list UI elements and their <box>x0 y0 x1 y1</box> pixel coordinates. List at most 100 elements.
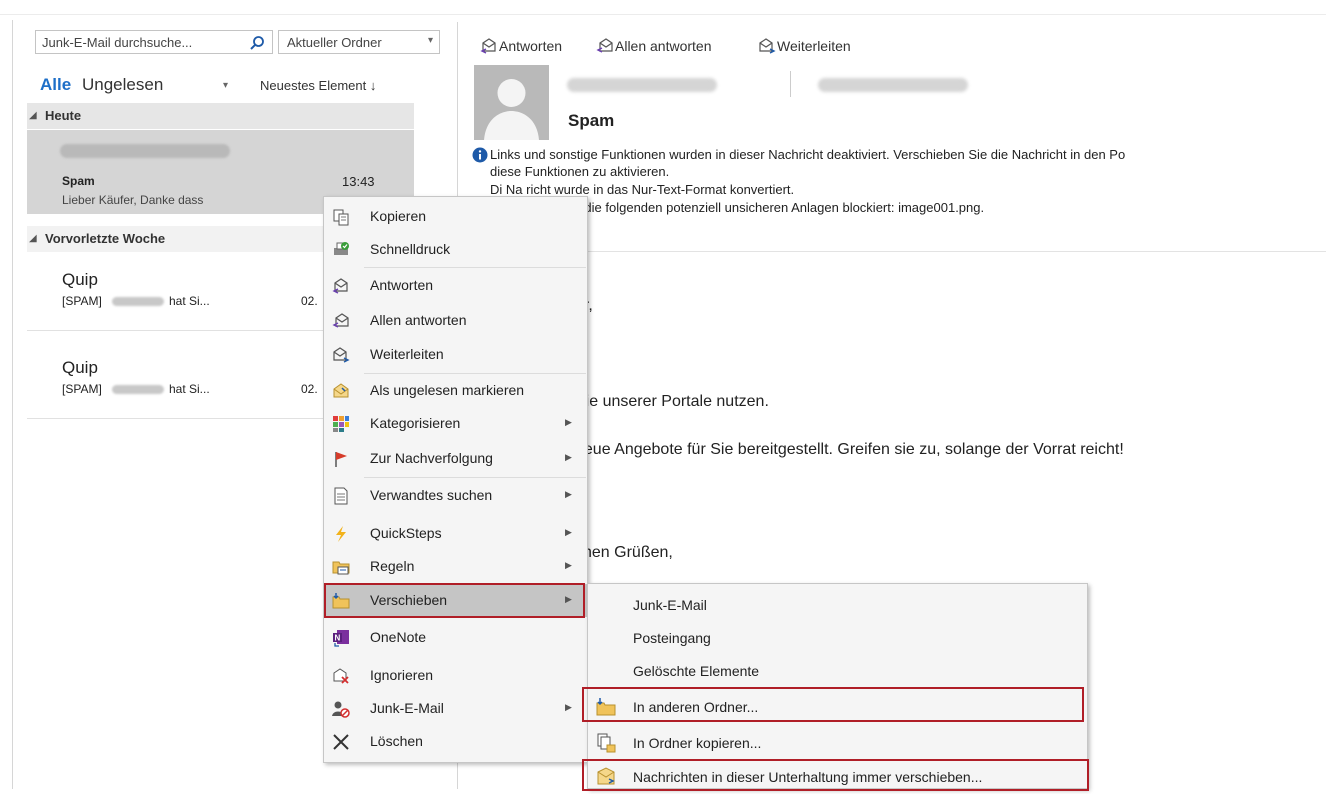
svg-text:N: N <box>335 634 341 643</box>
mail-subject-prefix: [SPAM] <box>62 382 102 396</box>
menu-separator <box>364 267 586 268</box>
submenu-label: Junk-E-Mail <box>633 597 707 613</box>
submenu-arrow-icon: ▶ <box>565 527 572 537</box>
group-header-today[interactable]: ◢ Heute <box>27 103 414 129</box>
submenu-arrow-icon: ▶ <box>565 417 572 427</box>
categorize-icon <box>333 416 349 432</box>
menu-item-quicksteps[interactable]: QuickSteps ▶ <box>324 517 587 550</box>
submenu-item-copy-to-folder[interactable]: In Ordner kopieren... <box>588 726 1087 760</box>
forward-action[interactable]: Weiterleiten <box>758 37 878 57</box>
sender-redacted <box>60 144 230 158</box>
menu-item-copy[interactable]: Kopieren <box>324 200 587 233</box>
info-line[interactable]: diese Funktionen zu aktivieren. <box>490 164 669 179</box>
menu-item-follow-up[interactable]: Zur Nachverfolgung ▶ <box>324 442 587 475</box>
recipient-name-redacted <box>818 78 968 92</box>
message-body-line: chen Grüßen, <box>575 544 673 561</box>
chevron-down-icon: ▾ <box>427 35 433 46</box>
group-label: Vorvorletzte Woche <box>45 231 166 246</box>
collapse-triangle-icon[interactable]: ◢ <box>29 103 37 129</box>
submenu-arrow-icon: ▶ <box>565 560 572 570</box>
submenu-arrow-icon: ▶ <box>565 452 572 462</box>
mail-subject-prefix: [SPAM] <box>62 294 102 308</box>
search-box[interactable]: Junk-E-Mail durchsuche... <box>35 30 273 54</box>
menu-item-rules[interactable]: Regeln ▶ <box>324 550 587 583</box>
highlight-box <box>324 583 585 618</box>
menu-label: Löschen <box>370 733 423 749</box>
rules-icon <box>332 561 350 575</box>
collapse-triangle-icon[interactable]: ◢ <box>29 226 37 252</box>
filter-all[interactable]: Alle <box>40 75 71 95</box>
window-top-strip <box>0 0 1326 15</box>
menu-item-reply-all[interactable]: Allen antworten <box>324 304 587 337</box>
mail-date: 02. <box>301 294 318 308</box>
name-redacted <box>112 385 164 394</box>
menu-label: Als ungelesen markieren <box>370 382 525 398</box>
copy-to-folder-icon <box>597 733 616 753</box>
menu-item-find-related[interactable]: Verwandtes suchen ▶ <box>324 479 587 512</box>
submenu-item-junk[interactable]: Junk-E-Mail <box>588 588 1087 622</box>
reply-all-icon <box>332 313 349 328</box>
menu-label: Regeln <box>370 558 415 574</box>
name-redacted <box>112 297 164 306</box>
junk-mail-icon <box>332 701 350 718</box>
mail-subject-tail: hat Si... <box>169 294 210 308</box>
submenu-label: Gelöschte Elemente <box>633 663 760 679</box>
quick-print-icon <box>334 242 349 255</box>
mail-date: 02. <box>301 382 318 396</box>
mail-time: 13:43 <box>342 174 375 189</box>
mail-preview: Lieber Käufer, Danke dass <box>62 193 204 207</box>
submenu-item-inbox[interactable]: Posteingang <box>588 621 1087 655</box>
mail-subject-tail: hat Si... <box>169 382 210 396</box>
submenu-arrow-icon: ▶ <box>565 489 572 499</box>
menu-item-forward[interactable]: Weiterleiten <box>324 338 587 371</box>
filter-dropdown-icon[interactable]: ▾ <box>223 80 228 91</box>
menu-item-quick-print[interactable]: Schnelldruck <box>324 233 587 266</box>
menu-separator <box>364 477 586 478</box>
mark-unread-icon <box>333 383 349 398</box>
submenu-arrow-icon: ▶ <box>565 702 572 712</box>
menu-label: Ignorieren <box>370 667 434 683</box>
menu-item-ignore[interactable]: Ignorieren <box>324 659 587 692</box>
menu-item-onenote[interactable]: N OneNote <box>324 621 587 654</box>
menu-label: QuickSteps <box>370 525 442 541</box>
person-placeholder-icon <box>474 65 549 140</box>
menu-label: Antworten <box>370 277 434 293</box>
menu-label: Allen antworten <box>370 312 467 328</box>
filter-unread[interactable]: Ungelesen <box>82 75 163 95</box>
menu-item-junk[interactable]: Junk-E-Mail ▶ <box>324 692 587 725</box>
search-scope-dropdown[interactable]: Aktueller Ordner ▾ <box>278 30 440 54</box>
header-divider <box>472 251 1326 252</box>
info-icon <box>472 147 488 163</box>
forward-icon <box>333 347 350 363</box>
menu-item-delete[interactable]: Löschen <box>324 725 587 758</box>
menu-label: Junk-E-Mail <box>370 700 444 716</box>
lightning-icon <box>336 526 346 542</box>
onenote-icon: N <box>333 630 349 647</box>
ignore-icon <box>333 668 349 684</box>
menu-label: Weiterleiten <box>370 346 444 362</box>
menu-label: OneNote <box>370 629 427 645</box>
reply-icon <box>480 38 496 54</box>
menu-item-reply[interactable]: Antworten <box>324 269 587 302</box>
search-input[interactable]: Junk-E-Mail durchsuche... <box>42 35 192 50</box>
forward-icon <box>759 38 776 54</box>
delete-icon <box>333 734 349 750</box>
menu-label: Zur Nachverfolgung <box>370 450 493 466</box>
info-line[interactable]: Links und sonstige Funktionen wurden in … <box>490 147 1125 162</box>
reply-all-action[interactable]: Allen antworten <box>596 37 746 57</box>
submenu-label: In Ordner kopieren... <box>633 735 762 751</box>
search-icon[interactable] <box>249 35 265 51</box>
submenu-item-deleted[interactable]: Gelöschte Elemente <box>588 654 1087 688</box>
submenu-label: Posteingang <box>633 630 711 646</box>
mail-sender: Quip <box>62 358 98 377</box>
reply-action[interactable]: Antworten <box>480 37 580 57</box>
find-related-icon <box>334 487 348 505</box>
menu-label: Kategorisieren <box>370 415 461 431</box>
highlight-box <box>582 759 1089 791</box>
folder-pane-border <box>12 20 13 789</box>
header-separator <box>790 71 791 97</box>
reply-label: Antworten <box>499 38 563 54</box>
sort-order[interactable]: Neuestes Element ↓ <box>260 78 376 93</box>
menu-item-mark-unread[interactable]: Als ungelesen markieren <box>324 374 587 407</box>
menu-item-categorize[interactable]: Kategorisieren ▶ <box>324 407 587 440</box>
